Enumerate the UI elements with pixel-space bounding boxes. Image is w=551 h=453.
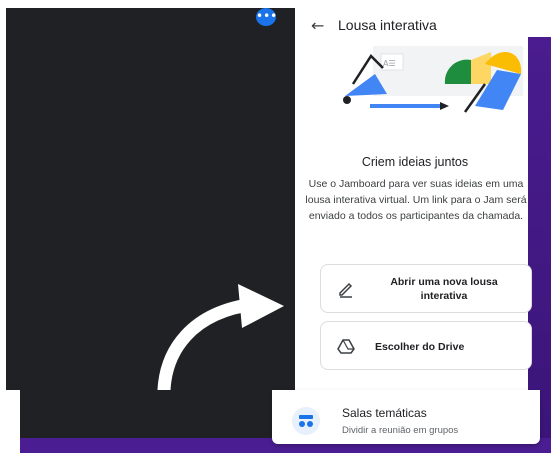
arrow-left-icon[interactable]: ←: [311, 16, 324, 35]
panel-title: Lousa interativa: [338, 17, 437, 33]
panel-description: Use o Jamboard para ver suas ideias em u…: [305, 178, 527, 222]
svg-text:A☰: A☰: [383, 59, 396, 68]
panel-header: ← Lousa interativa: [295, 8, 528, 44]
panel-heading: Criem ideias juntos: [361, 155, 469, 169]
more-options-button[interactable]: •••: [256, 8, 277, 26]
choose-from-drive-button[interactable]: Escolher do Drive: [320, 321, 532, 370]
new-whiteboard-label: Abrir uma nova lousa interativa: [390, 276, 498, 302]
jamboard-illustration: A☰: [343, 46, 523, 113]
pen-icon: [339, 282, 353, 298]
breakout-rooms-title: Salas temáticas: [342, 406, 427, 420]
screen: ••• ← Lousa interativa A☰ Criem ideias j…: [0, 0, 551, 453]
choose-from-drive-label: Escolher do Drive: [375, 341, 465, 353]
pointer-arrow-icon: [157, 284, 284, 392]
meeting-stage-bottom: [20, 390, 272, 438]
google-drive-icon: [337, 339, 355, 354]
whiteboard-panel: ← Lousa interativa A☰ Criem ideias junto…: [295, 8, 532, 390]
new-whiteboard-button[interactable]: Abrir uma nova lousa interativa: [320, 264, 532, 313]
breakout-rooms-subtitle: Dividir a reunião em grupos: [342, 425, 459, 436]
breakout-rooms-icon: [292, 407, 320, 435]
breakout-rooms-item[interactable]: Salas temáticas Dividir a reunião em gru…: [272, 390, 540, 444]
